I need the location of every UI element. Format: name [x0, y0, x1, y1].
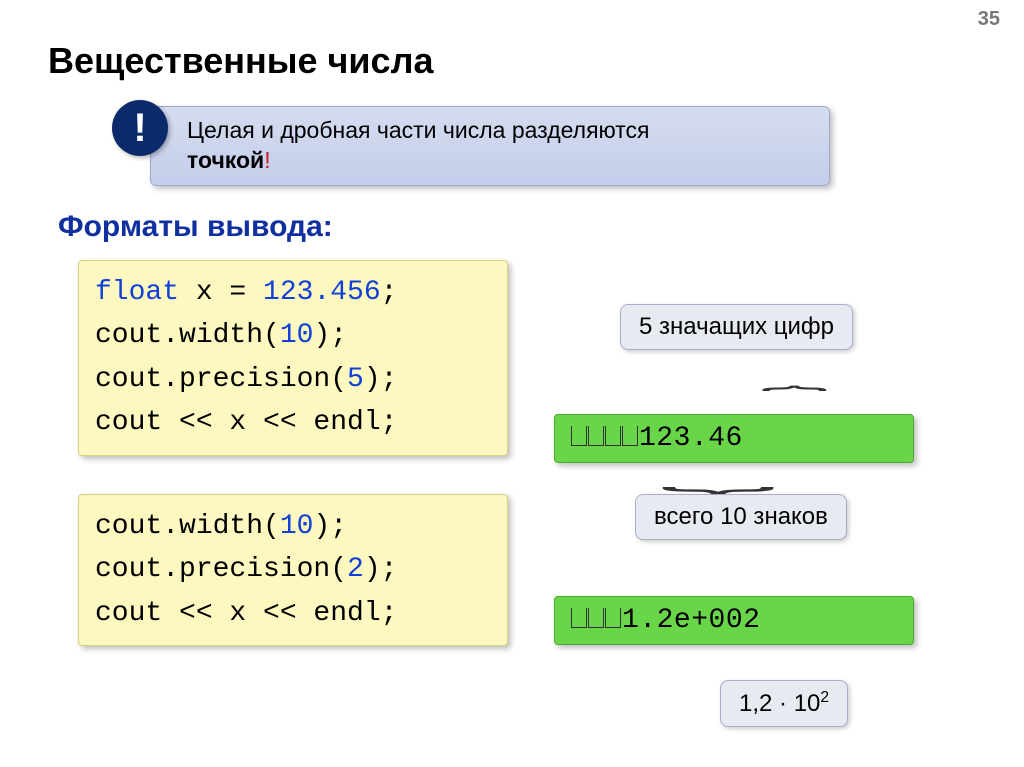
code-block-1: float x = 123.456; cout.width(10); cout.…: [78, 260, 508, 456]
info-text-bold: точкой: [187, 147, 264, 173]
space-icon: [605, 426, 621, 446]
space-icon: [588, 426, 604, 446]
info-box: Целая и дробная части числа разделяются …: [150, 106, 830, 186]
output-value-1: 123.46: [639, 423, 743, 454]
callout-scientific: 1,2 · 102: [720, 680, 848, 727]
brace-bottom-icon: ⏞: [660, 460, 775, 495]
exclamation-icon: !: [112, 100, 168, 156]
callout-scientific-sup: 2: [820, 689, 829, 706]
space-icon: [571, 426, 587, 446]
callout-significant-digits: 5 значащих цифр: [620, 304, 853, 350]
space-icon: [622, 426, 638, 446]
section-label: Форматы вывода:: [58, 210, 333, 244]
output-box-1: 123.46: [554, 414, 914, 463]
space-icon: [605, 608, 621, 628]
info-exclaim: !: [264, 147, 270, 173]
info-text: Целая и дробная части числа разделяются …: [187, 116, 650, 176]
page-title: Вещественные числа: [48, 40, 433, 82]
space-icon: [571, 608, 587, 628]
brace-top-icon: ⏞: [761, 386, 827, 414]
callout-scientific-text: 1,2 · 10: [739, 690, 820, 717]
callout-total-chars: всего 10 знаков: [635, 494, 847, 540]
page-number: 35: [978, 8, 1000, 31]
space-icon: [588, 608, 604, 628]
info-text-pre: Целая и дробная части числа разделяются: [187, 117, 650, 143]
output-value-2: 1.2e+002: [622, 605, 760, 636]
code-block-2: cout.width(10); cout.precision(2); cout …: [78, 494, 508, 646]
output-box-2: 1.2e+002: [554, 596, 914, 645]
